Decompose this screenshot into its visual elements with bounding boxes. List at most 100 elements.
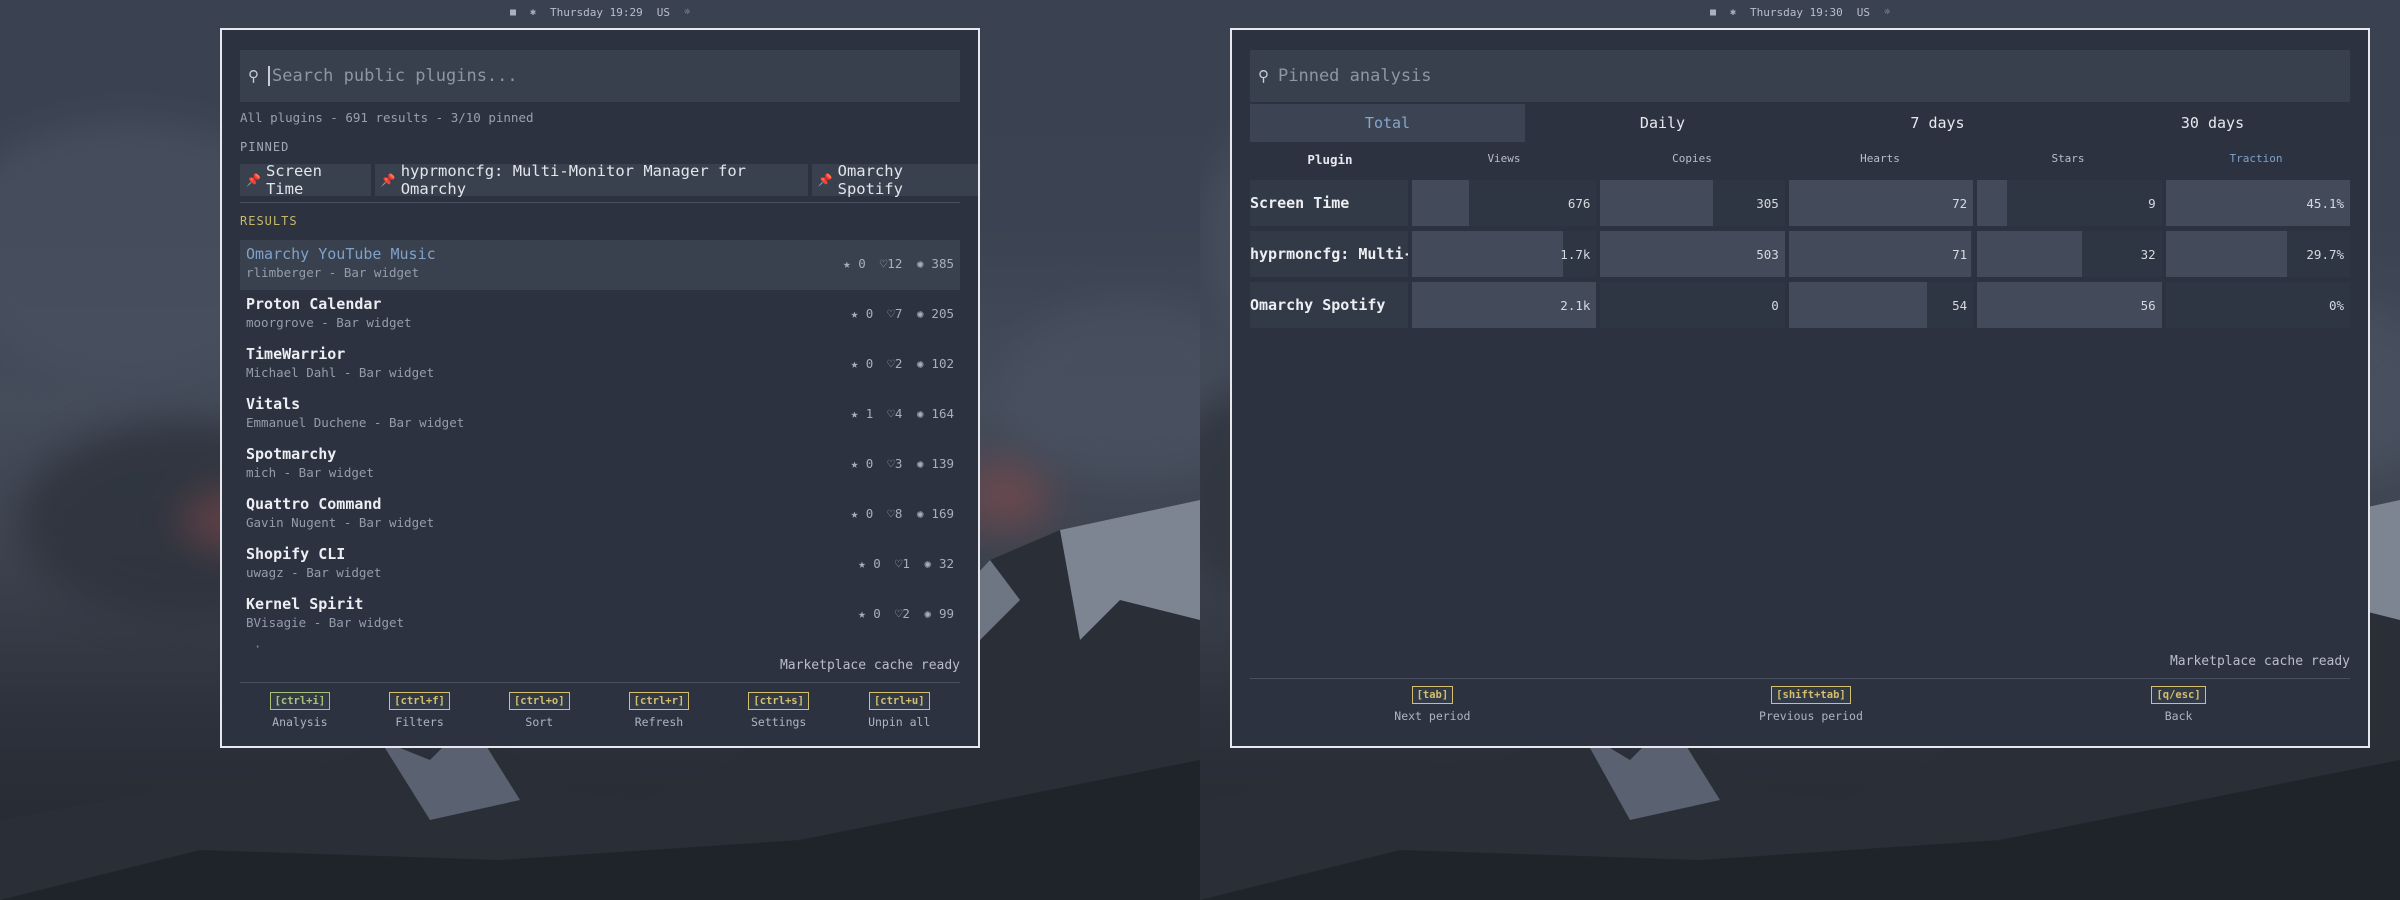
settings-icon[interactable]: ✱ xyxy=(1730,7,1736,18)
table-header: Plugin Views Copies Hearts Stars Tractio… xyxy=(1250,152,2350,172)
divider xyxy=(240,202,960,203)
brightness-icon[interactable]: ☼ xyxy=(684,7,690,18)
tab-30-days[interactable]: 30 days xyxy=(2075,104,2350,142)
plugin-name: Quattro Command xyxy=(246,495,382,513)
views-stat: ✺ 205 xyxy=(916,306,954,321)
search-icon: ⚲ xyxy=(1258,67,1269,85)
results-summary: All plugins - 691 results - 3/10 pinned xyxy=(240,110,534,125)
list-item[interactable]: Kernel Spirit BVisagie - Bar widget ★ 0 … xyxy=(240,590,960,640)
table-row[interactable]: hyprmoncfg: Multi-… 1.7k 503 71 32 29.7% xyxy=(1250,231,2351,277)
key-label: Settings xyxy=(750,715,807,729)
table-row[interactable]: Omarchy Spotify 2.1k 0 54 56 0% xyxy=(1250,282,2351,328)
pin-icon: 📌 xyxy=(380,173,396,187)
search-input[interactable]: Pinned analysis xyxy=(1278,66,1432,86)
sort-shortcut[interactable]: [ctrl+o] Sort xyxy=(508,692,570,729)
search-bar[interactable]: ⚲ Search public plugins... xyxy=(240,50,960,102)
brightness-icon[interactable]: ☼ xyxy=(1884,7,1890,18)
list-item[interactable]: Vitals Emmanuel Duchene - Bar widget ★ 1… xyxy=(240,390,960,440)
plugin-name: TimeWarrior xyxy=(246,345,346,363)
stars-stat: ★ 1 xyxy=(850,406,874,421)
stars-cell: 32 xyxy=(1977,231,2162,277)
table-row[interactable]: Screen Time 676 305 72 9 45.1% xyxy=(1250,180,2351,226)
views-icon: ✺ xyxy=(923,606,932,621)
copies-bar xyxy=(1600,180,1713,226)
copies-cell: 0 xyxy=(1600,282,1785,328)
views-bar xyxy=(1412,180,1470,226)
clock[interactable]: Thursday 19:29 xyxy=(550,6,643,19)
stars-value: 56 xyxy=(2140,297,2156,313)
settings-icon[interactable]: ✱ xyxy=(530,7,536,18)
traction-cell: 45.1% xyxy=(2165,180,2351,226)
tray-icon[interactable]: ■ xyxy=(1710,7,1716,18)
next-period-shortcut[interactable]: [tab] Next period xyxy=(1394,686,1470,723)
star-icon: ★ xyxy=(850,406,859,421)
list-item[interactable]: Shopify CLI uwagz - Bar widget ★ 0 ♡1 ✺ … xyxy=(240,540,960,590)
views-stat: ✺ 99 xyxy=(923,606,954,621)
previous-period-shortcut[interactable]: [shift+tab] Previous period xyxy=(1759,686,1863,723)
tray-icon[interactable]: ■ xyxy=(510,7,516,18)
views-bar xyxy=(1412,231,1564,277)
list-item[interactable]: Omarchy YouTube Music rlimberger - Bar w… xyxy=(240,240,960,290)
text-caret xyxy=(268,66,270,86)
key-hint: [ctrl+r] xyxy=(628,692,690,710)
topbar-right: ■ ✱ Thursday 19:30 US ☼ xyxy=(1200,0,2400,24)
pinned-section-label: PINNED xyxy=(240,140,290,154)
star-icon: ★ xyxy=(858,556,866,571)
hearts-stat: ♡8 xyxy=(887,506,903,521)
tab-7-days[interactable]: 7 days xyxy=(1800,104,2075,142)
back-shortcut[interactable]: [q/esc] Back xyxy=(2151,686,2206,723)
tab-daily[interactable]: Daily xyxy=(1525,104,1800,142)
refresh-shortcut[interactable]: [ctrl+r] Refresh xyxy=(628,692,690,729)
copies-cell: 503 xyxy=(1600,231,1785,277)
key-hint: [q/esc] xyxy=(2151,686,2206,704)
pin-icon: 📌 xyxy=(246,173,261,187)
list-item[interactable]: Spotmarchy mich - Bar widget ★ 0 ♡3 ✺ 13… xyxy=(240,440,960,490)
search-input[interactable]: Search public plugins... xyxy=(272,66,518,86)
pin-icon: 📌 xyxy=(817,173,833,187)
clock[interactable]: Thursday 19:30 xyxy=(1750,6,1843,19)
list-item[interactable]: TimeWarrior Michael Dahl - Bar widget ★ … xyxy=(240,340,960,390)
column-header: Stars xyxy=(2051,152,2085,165)
plugin-stats: ★ 0 ♡8 ✺ 169 xyxy=(851,506,954,521)
views-icon: ✺ xyxy=(916,256,924,271)
hearts-value: 54 xyxy=(1952,297,1968,313)
star-icon: ★ xyxy=(850,506,859,521)
keyboard-layout[interactable]: US xyxy=(657,6,670,19)
key-label: Filters xyxy=(395,715,444,729)
filters-shortcut[interactable]: [ctrl+f] Filters xyxy=(389,692,450,729)
star-icon: ★ xyxy=(850,456,859,471)
key-label: Previous period xyxy=(1759,709,1863,723)
plugin-stats: ★ 0 ♡3 ✺ 139 xyxy=(851,456,954,471)
views-value: 2.1k xyxy=(1560,297,1591,313)
plugin-stats: ★ 0 ♡2 ✺ 102 xyxy=(851,356,954,371)
search-bar[interactable]: ⚲ Pinned analysis xyxy=(1250,50,2350,102)
stars-stat: ★ 0 xyxy=(858,556,881,571)
stars-bar xyxy=(1977,180,2007,226)
plugin-author-type: Gavin Nugent - Bar widget xyxy=(246,515,435,530)
pinned-chip[interactable]: 📌 hyprmoncfg: Multi-Monitor Manager for O… xyxy=(374,162,808,198)
settings-shortcut[interactable]: [ctrl+s] Settings xyxy=(748,692,809,729)
copies-value: 0 xyxy=(1771,297,1779,313)
pinned-chip[interactable]: 📌 Screen Time xyxy=(240,162,371,198)
key-label: Refresh xyxy=(634,715,684,729)
views-cell: 1.7k xyxy=(1412,231,1597,277)
analysis-shortcut[interactable]: [ctrl+i] Analysis xyxy=(269,692,331,729)
keyboard-layout[interactable]: US xyxy=(1857,6,1870,19)
star-icon: ★ xyxy=(843,256,851,271)
traction-cell: 29.7% xyxy=(2165,231,2351,277)
key-hint: [ctrl+u] xyxy=(868,692,930,710)
list-item[interactable]: Quattro Command Gavin Nugent - Bar widge… xyxy=(240,490,960,540)
list-item[interactable]: Proton Calendar moorgrove - Bar widget ★… xyxy=(240,290,960,340)
stars-bar xyxy=(1977,282,2162,328)
views-icon: ✺ xyxy=(916,356,924,371)
plugin-author-type: Emmanuel Duchene - Bar widget xyxy=(246,415,465,430)
views-stat: ✺ 385 xyxy=(916,256,954,271)
stars-stat: ★ 0 xyxy=(850,356,874,371)
divider xyxy=(1250,678,2350,679)
plugin-author-type: BVisagie - Bar widget xyxy=(246,615,405,630)
unpin-all-shortcut[interactable]: [ctrl+u] Unpin all xyxy=(868,692,930,729)
tab-total[interactable]: Total xyxy=(1250,104,1525,142)
key-label: Analysis xyxy=(272,715,328,729)
pinned-chip[interactable]: 📌 Omarchy Spotify xyxy=(811,162,978,198)
plugin-author-type: mich - Bar widget xyxy=(246,465,374,480)
